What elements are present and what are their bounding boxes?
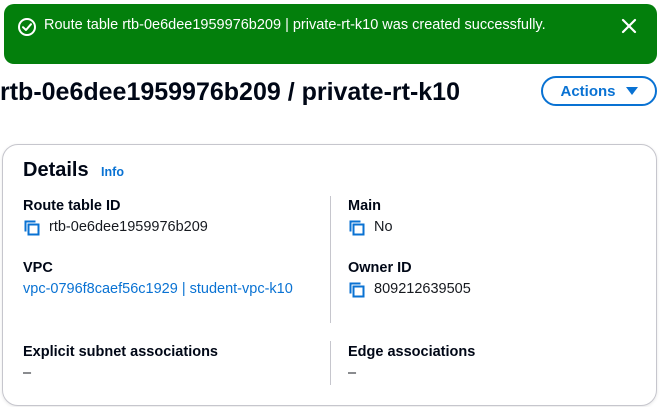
owner-id-value-row: 809212639505 <box>348 279 471 300</box>
actions-button[interactable]: Actions <box>541 76 657 106</box>
page-title: rtb-0e6dee1959976b209 / private-rt-k10 <box>0 78 460 106</box>
explicit-subnet-associations-label: Explicit subnet associations <box>23 344 218 360</box>
vpc-field: VPC vpc-0796f8caef56c1929 | student-vpc-… <box>23 258 308 300</box>
main-value: No <box>374 219 393 235</box>
explicit-subnet-associations-field: Explicit subnet associations – <box>23 342 218 384</box>
copy-icon[interactable] <box>23 219 41 237</box>
edge-associations-field: Edge associations – <box>348 342 475 384</box>
flash-message: Route table rtb-0e6dee1959976b209 | priv… <box>44 17 546 33</box>
caret-down-icon <box>625 87 638 95</box>
main-field: Main No <box>348 196 393 238</box>
owner-id-field: Owner ID 809212639505 <box>348 258 471 300</box>
owner-id-label: Owner ID <box>348 260 412 276</box>
success-flash-banner: Route table rtb-0e6dee1959976b209 | priv… <box>4 4 657 64</box>
copy-icon[interactable] <box>348 281 366 299</box>
column-divider <box>330 196 331 323</box>
owner-id-value: 809212639505 <box>374 281 471 297</box>
details-header: Details Info <box>23 159 124 182</box>
route-table-id-value-row: rtb-0e6dee1959976b209 <box>23 217 208 238</box>
route-table-id-value: rtb-0e6dee1959976b209 <box>49 219 208 235</box>
info-link[interactable]: Info <box>101 165 124 179</box>
check-circle-icon <box>18 18 36 36</box>
main-label: Main <box>348 198 382 214</box>
main-value-row: No <box>348 217 393 238</box>
edge-associations-value: – <box>348 365 357 381</box>
details-panel: Details Info Route table ID rtb-0e6dee19… <box>2 144 657 406</box>
route-table-id-field: Route table ID rtb-0e6dee1959976b209 <box>23 196 208 238</box>
route-table-id-label: Route table ID <box>23 198 121 214</box>
vpc-value-row: vpc-0796f8caef56c1929 | student-vpc-k10 <box>23 279 308 300</box>
copy-icon[interactable] <box>348 219 366 237</box>
details-heading: Details <box>23 159 89 181</box>
vpc-link[interactable]: vpc-0796f8caef56c1929 | student-vpc-k10 <box>23 281 293 297</box>
edge-associations-label: Edge associations <box>348 344 476 360</box>
explicit-subnet-associations-value: – <box>23 365 32 381</box>
column-divider <box>330 341 331 385</box>
close-icon[interactable] <box>619 16 639 36</box>
vpc-label: VPC <box>23 260 53 276</box>
actions-button-label: Actions <box>560 82 616 100</box>
